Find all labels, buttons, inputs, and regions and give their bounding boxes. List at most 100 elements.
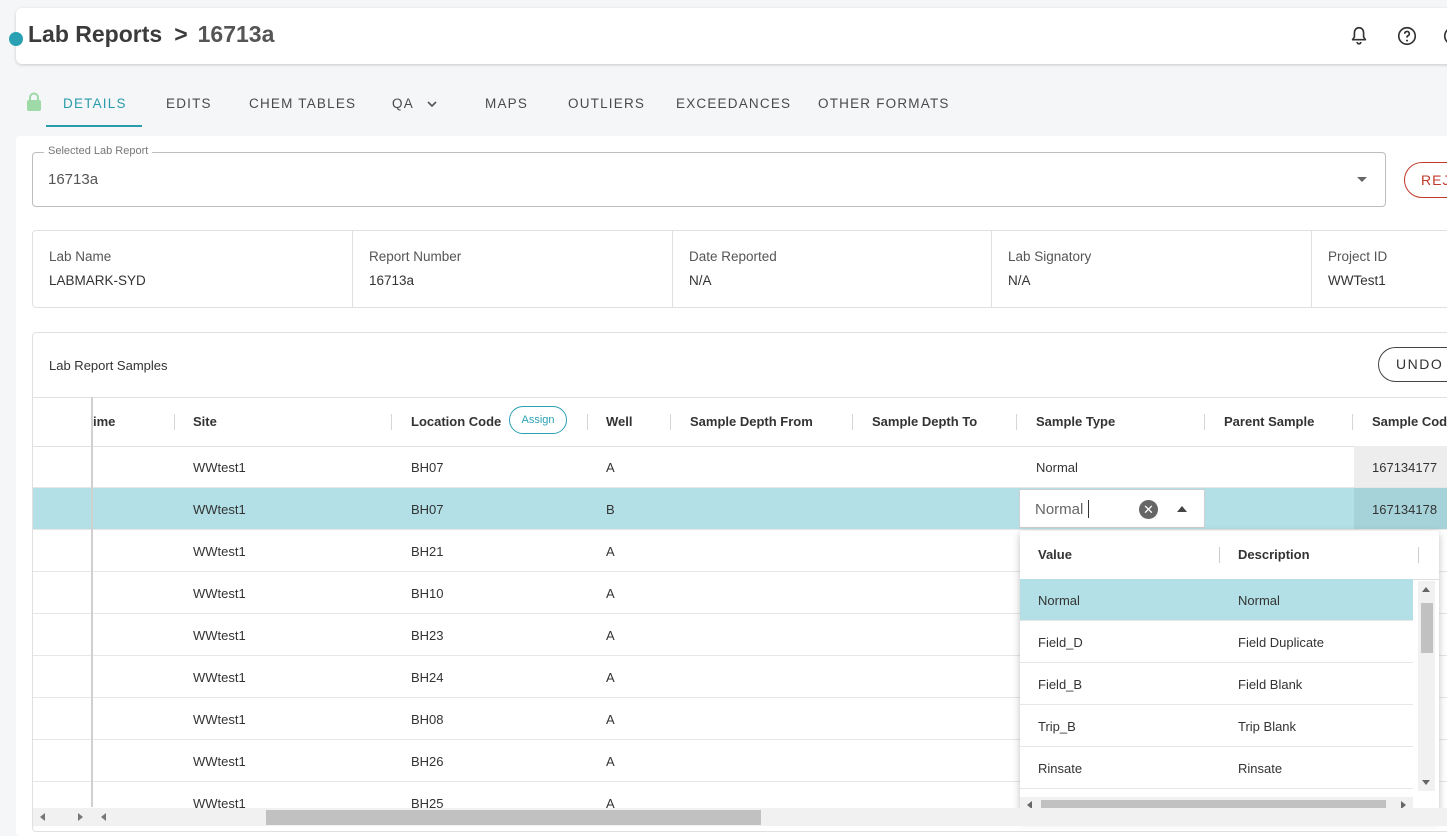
cell-sample-type[interactable]: Normal <box>1036 460 1078 475</box>
cell-location[interactable]: BH24 <box>411 670 444 685</box>
cell-location[interactable]: BH07 <box>411 502 444 517</box>
tab-other-formats[interactable]: OTHER FORMATS <box>818 86 950 126</box>
cell-site[interactable]: WWtest1 <box>193 754 246 769</box>
cell-well[interactable]: A <box>606 670 615 685</box>
cell-well[interactable]: A <box>606 628 615 643</box>
column-header-site[interactable]: Site <box>193 414 217 429</box>
cell-well[interactable]: A <box>606 586 615 601</box>
dropdown-option[interactable]: Rinsate Rinsate <box>1020 747 1413 789</box>
caret-up-icon[interactable] <box>1177 506 1187 512</box>
cell-well[interactable]: B <box>606 502 615 517</box>
cell-sample-code-text: 167134177 <box>1372 460 1438 475</box>
tab-exceedances[interactable]: EXCEEDANCES <box>676 86 791 126</box>
column-resize-handle[interactable] <box>1352 414 1353 430</box>
column-resize-handle[interactable] <box>587 414 588 430</box>
cell-well[interactable]: A <box>606 796 615 808</box>
dropdown-vertical-scrollbar[interactable] <box>1418 581 1435 791</box>
cell-sample-code[interactable]: 167134178 <box>1354 488 1447 529</box>
dropdown-column-description[interactable]: Description <box>1238 547 1310 562</box>
column-resize-handle[interactable] <box>1418 547 1419 563</box>
dropdown-option[interactable]: Field_B Field Blank <box>1020 663 1413 705</box>
bell-icon[interactable] <box>1348 25 1370 47</box>
cell-location[interactable]: BH23 <box>411 628 444 643</box>
assign-button[interactable]: Assign <box>509 406 567 434</box>
lab-report-select[interactable] <box>32 152 1386 207</box>
cell-location[interactable]: BH07 <box>411 460 444 475</box>
account-icon[interactable] <box>1442 25 1447 47</box>
option-description: Normal <box>1238 593 1280 608</box>
cell-site[interactable]: WWtest1 <box>193 586 246 601</box>
clear-icon[interactable]: ✕ <box>1139 500 1158 519</box>
tab-chem-tables[interactable]: CHEM TABLES <box>249 86 356 126</box>
column-header-sample-code[interactable]: Sample Cod <box>1372 414 1447 429</box>
table-row[interactable]: WWtest1 BH07 A Normal 167134177 <box>33 446 1447 488</box>
scrollbar-thumb[interactable] <box>266 810 761 825</box>
tab-qa[interactable]: QA <box>392 86 414 126</box>
info-value: N/A <box>689 273 712 288</box>
cell-location[interactable]: BH26 <box>411 754 444 769</box>
info-value: 16713a <box>369 273 415 288</box>
cell-well[interactable]: A <box>606 460 615 475</box>
cell-location[interactable]: BH25 <box>411 796 444 808</box>
scroll-up-arrow-icon[interactable] <box>1422 587 1430 592</box>
scroll-right-arrow-icon[interactable] <box>78 813 83 821</box>
breadcrumb-root[interactable]: Lab Reports <box>28 21 162 47</box>
column-resize-handle[interactable] <box>670 414 671 430</box>
info-label: Project ID <box>1328 249 1388 264</box>
lab-report-select-value[interactable]: 16713a <box>48 171 98 188</box>
cell-site[interactable]: WWtest1 <box>193 796 246 808</box>
cell-well[interactable]: A <box>606 754 615 769</box>
column-resize-handle[interactable] <box>852 414 853 430</box>
dropdown-caret-icon[interactable] <box>1357 177 1367 182</box>
cell-well[interactable]: A <box>606 544 615 559</box>
option-description: Field Blank <box>1238 677 1303 692</box>
column-header-well[interactable]: Well <box>606 414 633 429</box>
cell-location[interactable]: BH21 <box>411 544 444 559</box>
scrollbar-thumb[interactable] <box>1421 603 1433 653</box>
column-header-time[interactable]: ime <box>93 414 115 429</box>
column-header-depth-from[interactable]: Sample Depth From <box>690 414 813 429</box>
nav-toggle-icon[interactable] <box>9 32 23 46</box>
column-header-sample-type[interactable]: Sample Type <box>1036 414 1115 429</box>
cell-site[interactable]: WWtest1 <box>193 712 246 727</box>
undo-button[interactable]: UNDO <box>1378 347 1447 382</box>
scroll-left-arrow-icon[interactable] <box>101 813 106 821</box>
cell-site[interactable]: WWtest1 <box>193 544 246 559</box>
dropdown-column-value[interactable]: Value <box>1038 547 1072 562</box>
column-resize-handle[interactable] <box>1219 547 1220 563</box>
cell-well[interactable]: A <box>606 712 615 727</box>
tab-maps[interactable]: MAPS <box>485 86 528 126</box>
dropdown-option-selected[interactable]: Normal Normal <box>1020 579 1413 621</box>
cell-sample-code[interactable]: 167134177 <box>1354 446 1447 487</box>
cell-site[interactable]: WWtest1 <box>193 502 246 517</box>
column-resize-handle[interactable] <box>1204 414 1205 430</box>
help-icon[interactable] <box>1396 25 1418 47</box>
scroll-left-arrow-icon[interactable] <box>40 813 45 821</box>
column-resize-handle[interactable] <box>174 414 175 430</box>
info-label: Report Number <box>369 249 462 264</box>
dropdown-option[interactable]: Field_D Field Duplicate <box>1020 621 1413 663</box>
cell-site[interactable]: WWtest1 <box>193 670 246 685</box>
tab-details[interactable]: DETAILS <box>63 86 127 126</box>
chevron-down-icon[interactable] <box>426 99 438 109</box>
column-resize-handle[interactable] <box>1016 414 1017 430</box>
sample-type-editor[interactable]: Normal ✕ <box>1019 489 1205 528</box>
table-row-selected[interactable]: WWtest1 BH07 B 167134178 <box>33 488 1447 530</box>
column-header-location-code[interactable]: Location Code <box>411 414 501 429</box>
cell-site[interactable]: WWtest1 <box>193 628 246 643</box>
sample-type-input[interactable]: Normal <box>1035 501 1083 518</box>
cell-location[interactable]: BH10 <box>411 586 444 601</box>
cell-location[interactable]: BH08 <box>411 712 444 727</box>
grid-horizontal-scrollbar[interactable] <box>33 808 1447 826</box>
dropdown-option[interactable]: Trip_B Trip Blank <box>1020 705 1413 747</box>
column-header-depth-to[interactable]: Sample Depth To <box>872 414 977 429</box>
scroll-down-arrow-icon[interactable] <box>1422 780 1430 785</box>
tab-edits[interactable]: EDITS <box>166 86 212 126</box>
column-header-parent-sample[interactable]: Parent Sample <box>1224 414 1314 429</box>
tab-outliers[interactable]: OUTLIERS <box>568 86 645 126</box>
text-cursor <box>1088 500 1089 518</box>
column-resize-handle[interactable] <box>391 414 392 430</box>
reject-button[interactable]: REJ <box>1404 162 1447 198</box>
cell-site[interactable]: WWtest1 <box>193 460 246 475</box>
cell-sample-code-text: 167134178 <box>1372 502 1438 517</box>
